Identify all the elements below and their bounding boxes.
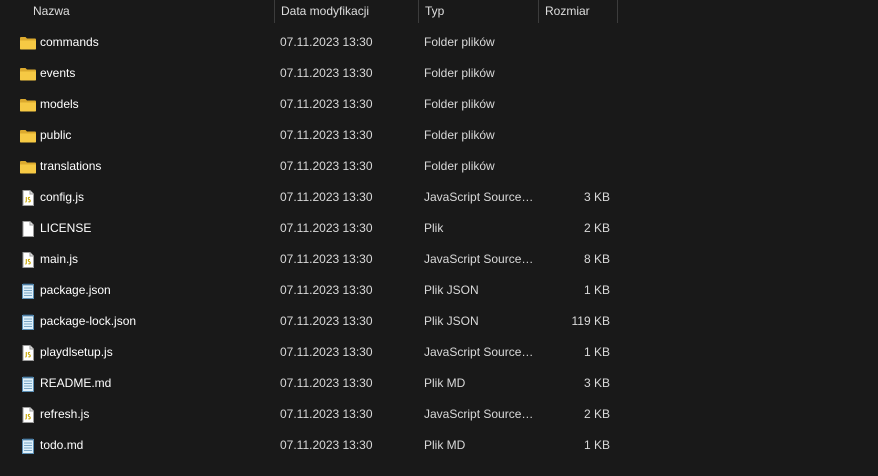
notepad-file-icon [19, 438, 37, 454]
file-row[interactable]: README.md 07.11.2023 13:30 Plik MD 3 KB [0, 368, 878, 399]
column-header-name-label: Nazwa [33, 4, 70, 18]
file-date-modified: 07.11.2023 13:30 [280, 66, 373, 80]
js-file-icon [19, 190, 37, 206]
file-type: Folder plików [424, 35, 495, 49]
file-name: translations [40, 159, 102, 173]
file-row[interactable]: refresh.js 07.11.2023 13:30 JavaScript Sou… [0, 399, 878, 430]
file-date-modified: 07.11.2023 13:30 [280, 221, 373, 235]
file-type: Folder plików [424, 159, 495, 173]
file-name: package-lock.json [40, 314, 137, 328]
file-name: todo.md [40, 438, 84, 452]
column-header-type-label: Typ [425, 4, 445, 18]
file-type: JavaScript Source ... [424, 407, 534, 421]
file-name: LICENSE [40, 221, 92, 235]
file-date-modified: 07.11.2023 13:30 [280, 438, 373, 452]
folder-icon [19, 159, 37, 175]
file-size: 1 KB [583, 345, 610, 359]
file-size: 2 KB [583, 221, 610, 235]
file-type: Folder plików [424, 66, 495, 80]
file-name: events [40, 66, 76, 80]
file-size: 1 KB [583, 283, 610, 297]
file-name: refresh.js [40, 407, 90, 421]
file-size: 3 KB [583, 190, 610, 204]
file-type: Plik MD [424, 376, 466, 390]
file-row[interactable]: events 07.11.2023 13:30 Folder plików [0, 58, 878, 89]
file-date-modified: 07.11.2023 13:30 [280, 283, 373, 297]
file-date-modified: 07.11.2023 13:30 [280, 345, 373, 359]
column-header-name[interactable]: Nazwa ^ [0, 0, 273, 23]
file-type: Folder plików [424, 128, 495, 142]
file-name: models [40, 97, 79, 111]
file-type: JavaScript Source ... [424, 345, 534, 359]
file-name: README.md [40, 376, 112, 390]
sort-up-icon: ^ [145, 0, 150, 4]
file-date-modified: 07.11.2023 13:30 [280, 190, 373, 204]
file-name: commands [40, 35, 99, 49]
column-header-size[interactable]: Rozmiar [538, 0, 618, 23]
file-date-modified: 07.11.2023 13:30 [280, 376, 373, 390]
file-type: JavaScript Source ... [424, 190, 534, 204]
file-name: config.js [40, 190, 85, 204]
column-header-date-label: Data modyfikacji [281, 4, 370, 18]
file-size: 119 KB [571, 314, 610, 328]
file-date-modified: 07.11.2023 13:30 [280, 252, 373, 266]
file-type: Plik JSON [424, 314, 479, 328]
column-header-type[interactable]: Typ [418, 0, 537, 23]
file-explorer-window: Nazwa ^ Data modyfikacji Typ Rozmiar com… [0, 0, 878, 476]
file-name: public [40, 128, 72, 142]
folder-icon [19, 66, 37, 82]
file-row[interactable]: public 07.11.2023 13:30 Folder plików [0, 120, 878, 151]
js-file-icon [19, 407, 37, 423]
notepad-file-icon [19, 314, 37, 330]
file-icon [19, 221, 37, 237]
column-header-bar: Nazwa ^ Data modyfikacji Typ Rozmiar [0, 0, 878, 23]
file-name: main.js [40, 252, 79, 266]
file-date-modified: 07.11.2023 13:30 [280, 97, 373, 111]
folder-icon [19, 35, 37, 51]
file-date-modified: 07.11.2023 13:30 [280, 159, 373, 173]
folder-icon [19, 97, 37, 113]
file-date-modified: 07.11.2023 13:30 [280, 35, 373, 49]
file-type: Plik JSON [424, 283, 479, 297]
folder-icon [19, 128, 37, 144]
notepad-file-icon [19, 376, 37, 392]
file-size [540, 120, 610, 151]
file-type: Folder plików [424, 97, 495, 111]
file-row[interactable]: package.json 07.11.2023 13:30 Plik JSON 1 K… [0, 275, 878, 306]
file-row[interactable]: commands 07.11.2023 13:30 Folder plików [0, 27, 878, 58]
file-size: 1 KB [583, 438, 610, 452]
file-size [540, 151, 610, 182]
file-row[interactable]: main.js 07.11.2023 13:30 JavaScript Source… [0, 244, 878, 275]
js-file-icon [19, 252, 37, 268]
file-row[interactable]: translations 07.11.2023 13:30 Folder plikó… [0, 151, 878, 182]
file-size [540, 27, 610, 58]
file-date-modified: 07.11.2023 13:30 [280, 128, 373, 142]
file-size [540, 89, 610, 120]
file-type: Plik [424, 221, 444, 235]
file-name: package.json [40, 283, 111, 297]
file-date-modified: 07.11.2023 13:30 [280, 407, 373, 421]
file-name: playdlsetup.js [40, 345, 113, 359]
file-row[interactable]: todo.md 07.11.2023 13:30 Plik MD 1 KB [0, 430, 878, 461]
column-header-size-label: Rozmiar [545, 4, 590, 18]
file-type: Plik MD [424, 438, 466, 452]
file-size [540, 58, 610, 89]
file-size: 3 KB [583, 376, 610, 390]
file-row[interactable]: LICENSE 07.11.2023 13:30 Plik 2 KB [0, 213, 878, 244]
file-row[interactable]: models 07.11.2023 13:30 Folder plików [0, 89, 878, 120]
file-list: commands 07.11.2023 13:30 Folder plików eve… [0, 27, 878, 461]
file-size: 2 KB [583, 407, 610, 421]
file-row[interactable]: playdlsetup.js 07.11.2023 13:30 JavaScript… [0, 337, 878, 368]
column-header-date[interactable]: Data modyfikacji [274, 0, 417, 23]
file-type: JavaScript Source ... [424, 252, 534, 266]
file-size: 8 KB [583, 252, 610, 266]
file-row[interactable]: config.js 07.11.2023 13:30 JavaScript Sour… [0, 182, 878, 213]
notepad-file-icon [19, 283, 37, 299]
file-date-modified: 07.11.2023 13:30 [280, 314, 373, 328]
js-file-icon [19, 345, 37, 361]
file-row[interactable]: package-lock.json 07.11.2023 13:30 Plik JS… [0, 306, 878, 337]
